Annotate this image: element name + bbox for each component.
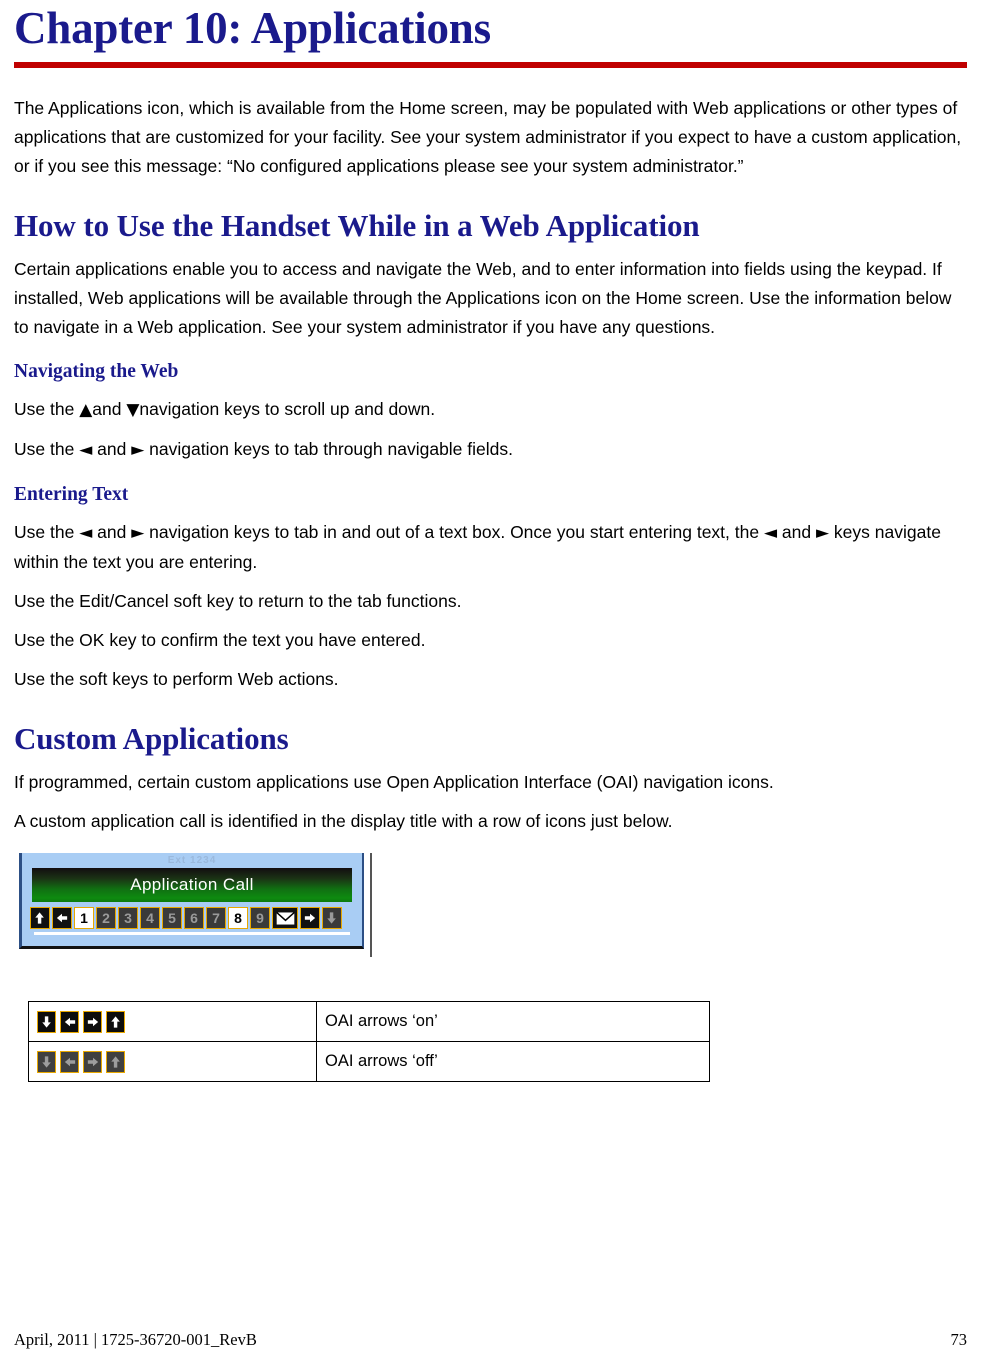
- figure-edge-rule: [370, 853, 372, 957]
- arrow-right-icon: ►: [131, 440, 145, 460]
- arrow-up-icon: [106, 1050, 125, 1073]
- arrow-left-icon: [52, 907, 72, 929]
- phone-icon-digit-3: 3: [118, 907, 138, 929]
- phone-icon-digit-7: 7: [206, 907, 226, 929]
- document-page: Chapter 10: Applications The Application…: [0, 0, 981, 1360]
- page-title: Chapter 10: Applications: [14, 3, 491, 53]
- arrow-down-icon: [37, 1050, 56, 1073]
- phone-icon-digit-6: 6: [184, 907, 204, 929]
- arrow-left-icon: ◄: [79, 440, 93, 460]
- nav-line1-mid: and: [92, 399, 127, 419]
- phone-divider: [34, 932, 350, 935]
- arrow-up-icon: ▲: [79, 400, 93, 420]
- arrow-left-icon: [60, 1010, 79, 1033]
- arrow-right-icon: [83, 1010, 102, 1033]
- arrow-left-icon: [60, 1050, 79, 1073]
- custom-applications-paragraph-2: A custom application call is identified …: [14, 811, 673, 831]
- arrow-right-icon: ►: [131, 523, 145, 543]
- oai-icon-legend-table: OAI arrows ‘on’ OAI arrows ‘off’: [28, 1001, 710, 1082]
- subsection-heading-navigating-the-web: Navigating the Web: [14, 361, 179, 382]
- section-heading-custom-applications: Custom Applications: [14, 721, 289, 756]
- entering-text-paragraph-4: Use the soft keys to perform Web actions…: [14, 669, 339, 689]
- et-p1-pre: Use the: [14, 522, 80, 542]
- arrow-down-icon: ▼: [126, 400, 140, 420]
- navigating-line-2: Use the ◄ and ► navigation keys to tab t…: [14, 435, 967, 465]
- footer-document-id: April, 2011 | 1725-36720-001_RevB: [14, 1330, 257, 1349]
- arrow-up-icon: [30, 907, 50, 929]
- phone-icon-digit-1: 1: [74, 907, 94, 929]
- oai-arrow-icon-set-off: [28, 1041, 317, 1082]
- arrow-left-icon: ◄: [763, 523, 778, 543]
- entering-text-paragraph-1: Use the ◄ and ► navigation keys to tab i…: [14, 518, 967, 577]
- navigating-line-1: Use the ▲and ▼navigation keys to scroll …: [14, 395, 967, 425]
- nav-line1-post: navigation keys to scroll up and down.: [139, 399, 436, 419]
- table-row: OAI arrows ‘off’: [28, 1041, 710, 1082]
- arrow-right-icon: [300, 907, 320, 929]
- phone-display-figure: Ext 1234 Application Call 123456789: [19, 853, 379, 958]
- icon-group: [37, 1010, 308, 1033]
- oai-arrow-state-label: OAI arrows ‘on’: [316, 1001, 710, 1042]
- phone-icon-digit-9: 9: [250, 907, 270, 929]
- custom-applications-paragraph-1: If programmed, certain custom applicatio…: [14, 772, 774, 792]
- section-heading-web-application: How to Use the Handset While in a Web Ap…: [14, 208, 700, 243]
- et-p1-mid3: and: [777, 522, 816, 542]
- entering-text-paragraph-3: Use the OK key to confirm the text you h…: [14, 630, 426, 650]
- oai-arrow-icon-set-on: [28, 1001, 317, 1042]
- table-row: OAI arrows ‘on’: [28, 1001, 710, 1042]
- arrow-right-icon: [83, 1050, 102, 1073]
- phone-icon-digit-4: 4: [140, 907, 160, 929]
- phone-status-text: Ext 1234: [167, 856, 217, 866]
- footer-page-number: 73: [950, 1330, 968, 1349]
- phone-icon-digit-5: 5: [162, 907, 182, 929]
- entering-text-paragraph-2: Use the Edit/Cancel soft key to return t…: [14, 591, 462, 611]
- arrow-left-icon: ◄: [79, 523, 93, 543]
- nav-line2-post: navigation keys to tab through navigable…: [144, 439, 513, 459]
- arrow-up-icon: [106, 1010, 125, 1033]
- icon-group: [37, 1050, 308, 1073]
- phone-oai-icon-row: 123456789: [30, 907, 354, 929]
- oai-arrow-state-label: OAI arrows ‘off’: [316, 1041, 710, 1082]
- web-application-intro-paragraph: Certain applications enable you to acces…: [14, 259, 952, 337]
- arrow-down-icon: [322, 907, 342, 929]
- phone-screen: Ext 1234 Application Call 123456789: [19, 853, 364, 949]
- nav-line2-pre: Use the: [14, 439, 80, 459]
- arrow-down-icon: [37, 1010, 56, 1033]
- phone-title-label: Application Call: [130, 875, 254, 894]
- subsection-heading-entering-text: Entering Text: [14, 484, 129, 505]
- et-p1-mid2: navigation keys to tab in and out of a t…: [144, 522, 764, 542]
- arrow-right-icon: ►: [815, 523, 830, 543]
- phone-icon-digit-8: 8: [228, 907, 248, 929]
- et-p1-mid: and: [92, 522, 132, 542]
- chapter-intro-paragraph: The Applications icon, which is availabl…: [14, 98, 962, 176]
- nav-line1-pre: Use the: [14, 399, 80, 419]
- phone-title-bar: Application Call: [32, 868, 352, 902]
- envelope-icon: [272, 907, 298, 929]
- page-footer: April, 2011 | 1725-36720-001_RevB 73: [14, 1330, 967, 1350]
- nav-line2-mid: and: [92, 439, 132, 459]
- phone-icon-digit-2: 2: [96, 907, 116, 929]
